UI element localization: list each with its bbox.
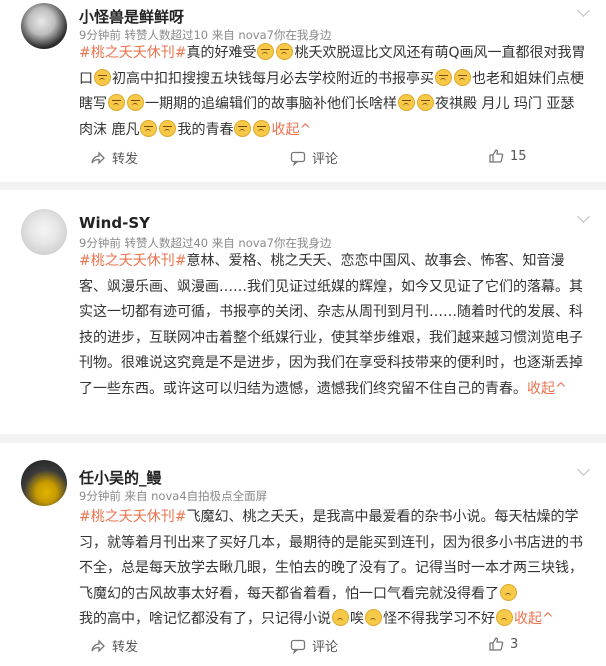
- crying-emoji-icon: [398, 94, 415, 111]
- post-source: 来自 nova7你在我身边: [211, 28, 332, 42]
- post-source: 来自 nova4自拍极点全面屏: [124, 489, 268, 503]
- crying-emoji-icon: [417, 94, 434, 111]
- collapse-link[interactable]: 收起: [514, 611, 542, 627]
- post-card: 小怪兽是鲜鲜呀 9分钟前 转赞人数超过10 来自 nova7你在我身边 #桃之夭…: [0, 0, 606, 182]
- avatar[interactable]: [21, 460, 67, 506]
- share-icon: [91, 638, 105, 653]
- like-button[interactable]: 3: [488, 636, 518, 652]
- share-button[interactable]: 转发: [90, 148, 138, 167]
- post-card: 任小吴的_鳗 9分钟前 来自 nova4自拍极点全面屏 #桃之夭夭休刊#飞魔幻、…: [0, 443, 606, 666]
- crying-emoji-icon: [140, 119, 158, 137]
- post-time: 9分钟前: [79, 28, 121, 42]
- like-button[interactable]: 15: [488, 148, 527, 164]
- comment-label: 评论: [312, 152, 339, 167]
- post-body: #桃之夭夭休刊#意林、爱格、桃之夭夭、恋恋中国风、故事会、怖客、知音漫客、飒漫乐…: [79, 249, 589, 402]
- share-label: 转发: [112, 640, 139, 655]
- post-body: #桃之夭夭休刊#飞魔幻、桃之夭夭，是我高中最爱看的杂书小说。每天枯燥的学习，就等…: [79, 505, 589, 633]
- comment-label: 评论: [312, 640, 339, 655]
- comment-icon: [290, 639, 306, 654]
- thumbs-up-icon: [489, 637, 504, 651]
- comment-button[interactable]: 评论: [290, 636, 338, 655]
- post-card: Wind-SY 9分钟前 转赞人数超过40 来自 nova7你在我身边 #桃之夭…: [0, 190, 606, 613]
- post-meta: 9分钟前 来自 nova4自拍极点全面屏: [79, 488, 267, 504]
- laughing-tears-emoji-icon: [332, 609, 349, 626]
- chevron-down-icon[interactable]: [577, 463, 590, 476]
- chevron-up-icon[interactable]: ^: [542, 611, 554, 627]
- crying-emoji-icon: [108, 94, 125, 111]
- chevron-down-icon[interactable]: [577, 4, 590, 17]
- share-icon: [91, 150, 105, 165]
- comment-button[interactable]: 评论: [290, 148, 338, 167]
- like-count: 3: [510, 636, 519, 652]
- hashtag[interactable]: #桃之夭夭休刊#: [79, 45, 186, 61]
- post-time: 9分钟前: [79, 236, 121, 250]
- chevron-up-icon[interactable]: ^: [299, 122, 311, 138]
- post-text-segment: 一期期的追编辑们的故事脑补他们长啥样: [145, 96, 397, 112]
- post-text-segment: 唉: [350, 611, 364, 627]
- crying-emoji-icon: [253, 119, 271, 137]
- comment-icon: [290, 151, 306, 166]
- avatar[interactable]: [21, 3, 67, 49]
- thinking-emoji-icon: [496, 609, 513, 626]
- crying-emoji-icon: [234, 119, 252, 137]
- crying-emoji-icon: [435, 68, 452, 86]
- chevron-down-icon[interactable]: [577, 210, 590, 223]
- share-label: 转发: [112, 152, 139, 167]
- post-actions: 转发 评论 15: [0, 148, 606, 172]
- post-text-segment: 怪不得我学习不好: [383, 611, 495, 627]
- post-body: #桃之夭夭休刊#真的好难受 桃夭欢脱逗比文风还有萌Q画风一直都很对我胃口 初高中扣扣…: [79, 41, 589, 143]
- collapse-link[interactable]: 收起: [527, 381, 555, 397]
- post-text-segment: 真的好难受: [186, 45, 257, 61]
- weibo-feed: 小怪兽是鲜鲜呀 9分钟前 转赞人数超过10 来自 nova7你在我身边 #桃之夭…: [0, 0, 606, 666]
- post-text-segment: 初高中扣扣搜搜五块钱每月必去学校附近的书报亭买: [112, 70, 434, 87]
- post-text-segment: 我的青春: [177, 121, 234, 138]
- username[interactable]: 小怪兽是鲜鲜呀: [79, 6, 184, 27]
- hashtag[interactable]: #桃之夭夭休刊#: [79, 253, 186, 269]
- collapse-link[interactable]: 收起: [271, 122, 299, 138]
- username[interactable]: Wind-SY: [79, 214, 150, 232]
- crying-emoji-icon: [454, 68, 471, 86]
- post-text-segment: 我的高中，啥记忆都没有了，只记得小说: [79, 611, 331, 627]
- crying-emoji-icon: [159, 119, 177, 137]
- post-time: 9分钟前: [79, 489, 121, 503]
- crying-emoji-icon: [127, 94, 144, 111]
- crying-emoji-icon: [257, 43, 275, 60]
- chevron-up-icon[interactable]: ^: [555, 381, 567, 397]
- like-count: 15: [510, 148, 527, 164]
- laughing-tears-emoji-icon: [500, 583, 517, 601]
- repost-count: 转赞人数超过10: [124, 28, 209, 42]
- crying-emoji-icon: [276, 43, 294, 60]
- repost-count: 转赞人数超过40: [124, 236, 209, 250]
- share-button[interactable]: 转发: [90, 636, 138, 655]
- thumbs-up-icon: [489, 149, 504, 163]
- post-text: 意林、爱格、桃之夭夭、恋恋中国风、故事会、怖客、知音漫客、飒漫乐画、飒漫画……我…: [79, 253, 583, 397]
- post-source: 来自 nova7你在我身边: [211, 236, 332, 250]
- sigh-emoji-icon: [365, 609, 382, 626]
- username[interactable]: 任小吴的_鳗: [79, 467, 162, 488]
- hashtag[interactable]: #桃之夭夭休刊#: [79, 509, 186, 525]
- post-actions: 转发 评论 3: [0, 636, 606, 660]
- crying-emoji-icon: [94, 68, 111, 86]
- avatar[interactable]: [21, 209, 67, 255]
